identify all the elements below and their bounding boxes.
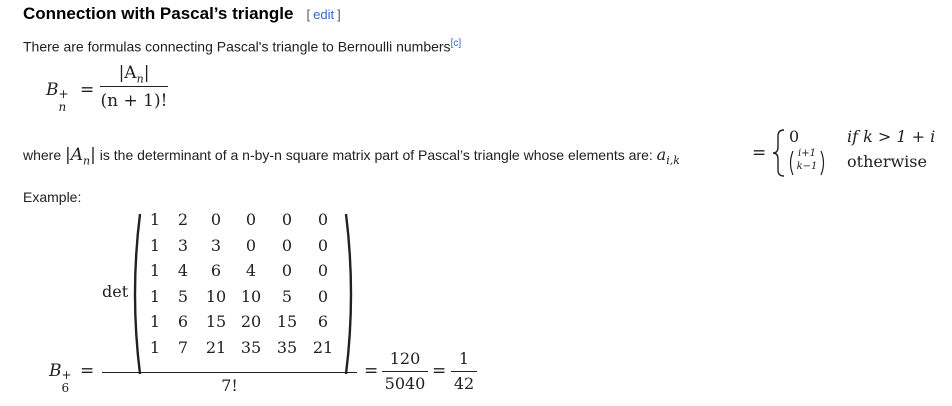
matrix-cell: 1 (149, 210, 161, 229)
matrix-cell: 0 (245, 210, 257, 229)
matrix-cell: 6 (210, 261, 222, 280)
formula-lhs-symbol: B (46, 80, 59, 100)
example-equals-2: = (364, 361, 379, 381)
case1-condition: if k > 1 + i (847, 127, 936, 146)
example-lhs-symbol: B (49, 361, 62, 381)
fraction2-numerator: 120 (389, 349, 421, 368)
cases-brace (772, 129, 785, 177)
fraction3-numerator: 1 (458, 349, 470, 368)
intro-paragraph: There are formulas connecting Pascal's t… (23, 38, 461, 55)
edit-bracket-close: ] (337, 7, 341, 22)
case1-value: 0 (789, 127, 800, 146)
example-lhs-sup: + (61, 368, 72, 382)
matrix-cell: 0 (245, 235, 257, 255)
matrix-cell: 5 (177, 286, 189, 306)
matrix-cell: 3 (210, 235, 222, 255)
matrix-cell: 6 (177, 312, 189, 331)
matrix-cell: 35 (276, 337, 298, 357)
definition-prefix: where (23, 147, 66, 163)
formula-numerator: |An| (100, 63, 168, 86)
matrix-cell: 7 (177, 337, 189, 357)
footnote-link[interactable]: [c] (451, 38, 462, 49)
matrix-cell: 4 (177, 261, 189, 280)
matrix-cell: 35 (240, 337, 262, 357)
matrix-row: 1 7 21 35 35 21 (138, 338, 350, 362)
pascal-matrix: 1 2 0 0 0 0 1 3 3 0 0 0 1 4 6 4 0 0 1 5 10 10 5 0 1 6 15 20 15 6 1 7 21 3… (138, 210, 350, 378)
matrix-cell: 1 (149, 235, 161, 255)
matrix-row: 1 6 15 20 15 6 (138, 312, 350, 336)
binomial-bottom: k−1 (796, 161, 818, 172)
example-fraction-bar (102, 372, 357, 373)
intro-text: There are formulas connecting Pascal's t… (23, 38, 451, 55)
matrix-cell: 1 (149, 337, 161, 357)
definition-elem-symbol: a (656, 145, 667, 164)
matrix-cell: 0 (281, 210, 293, 229)
example-lhs-sub: 6 (61, 381, 70, 395)
matrix-cell: 21 (205, 337, 227, 357)
edit-section: [edit] (306, 7, 340, 22)
matrix-row: 12 0 0 0 0 (138, 210, 350, 234)
fraction3-denominator: 42 (453, 374, 475, 393)
case2-binomial: i+1 k−1 (787, 148, 827, 176)
matrix-cell: 20 (240, 312, 262, 331)
matrix-cell: 15 (205, 312, 227, 331)
matrix-cell: 0 (317, 261, 329, 280)
formula-num-abs-open: |A (118, 63, 137, 83)
matrix-cell: 0 (281, 235, 293, 255)
formula-fraction: |An| (n + 1)! (100, 63, 168, 111)
section-heading: Connection with Pascal’s triangle [edit] (23, 4, 341, 28)
example-lhs: B +6 (49, 361, 72, 395)
example-equals-3: = (432, 361, 447, 381)
det-label: det (102, 282, 129, 301)
example-fraction-2: 120 5040 (382, 349, 428, 393)
formula-lhs-sup: + (58, 87, 69, 101)
definition-elem-sub: i,k (666, 153, 680, 167)
matrix-cell: 10 (205, 286, 227, 306)
matrix-row: 1 5 10 10 5 0 (138, 287, 350, 311)
matrix-row: 133000 (138, 236, 350, 260)
matrix-cell: 15 (276, 312, 298, 331)
formula-equals: = (80, 80, 95, 100)
edit-bracket-open: [ (306, 7, 311, 22)
definition-symbol: A (70, 145, 84, 165)
matrix-cell: 1 (149, 312, 161, 331)
matrix-row: 146400 (138, 261, 350, 285)
formula-denominator: (n + 1)! (100, 91, 168, 111)
formula-num-abs-close: | (143, 63, 150, 83)
definition-equals: = (752, 143, 767, 163)
formula-lhs-sub: n (58, 100, 67, 114)
section-title: Connection with Pascal’s triangle (23, 4, 294, 23)
fraction2-denominator: 5040 (384, 374, 426, 393)
example-denominator: 7! (221, 376, 238, 395)
example-label: Example: (23, 189, 82, 205)
matrix-cell: 1 (149, 261, 161, 280)
definition-line: where |An| is the determinant of a n-by-… (23, 145, 680, 167)
matrix-cell: 5 (281, 286, 293, 306)
case2-condition: otherwise (847, 152, 927, 171)
matrix-cell: 3 (177, 235, 189, 255)
formula-lhs: B + n (46, 80, 69, 114)
matrix-cell: 0 (210, 210, 222, 229)
matrix-cell: 6 (317, 312, 329, 331)
example-equals: = (80, 361, 95, 381)
matrix-cell: 2 (177, 210, 189, 229)
definition-text: is the determinant of a n-by-n square ma… (95, 147, 657, 163)
matrix-cell: 0 (317, 286, 329, 306)
matrix-cell: 1 (149, 286, 161, 306)
matrix-cell: 0 (317, 210, 329, 229)
matrix-cell: 10 (240, 286, 262, 306)
example-fraction-3: 1 42 (451, 349, 477, 393)
binomial-top: i+1 (798, 148, 816, 159)
matrix-cell: 0 (281, 261, 293, 280)
matrix-cell: 21 (312, 337, 334, 357)
formula-num-sub: n (136, 72, 144, 86)
matrix-cell: 4 (245, 261, 257, 280)
matrix-cell: 0 (317, 235, 329, 255)
edit-link[interactable]: edit (313, 7, 334, 22)
